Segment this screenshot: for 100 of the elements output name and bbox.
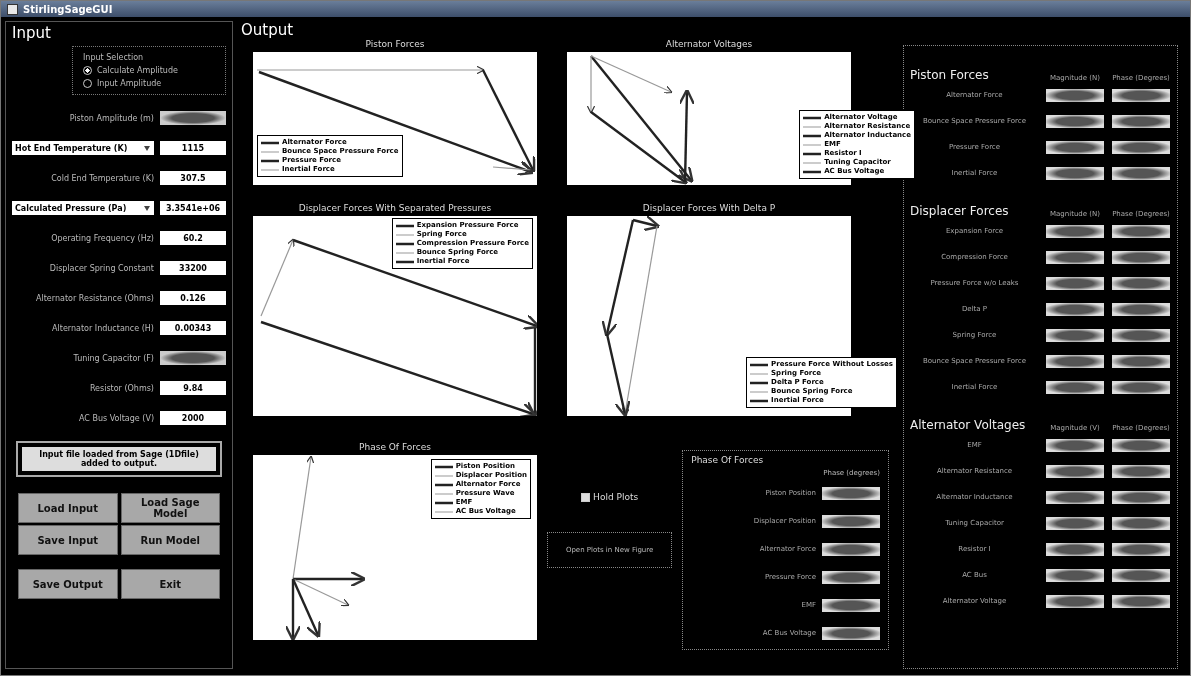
- field-label: Resistor (Ohms): [88, 383, 154, 393]
- legend-line-icon: [434, 500, 453, 505]
- legend-line-icon: [261, 140, 279, 145]
- legend-line-icon: [261, 149, 279, 154]
- dropdown[interactable]: Hot End Temperature (K): [12, 141, 154, 155]
- plot-title: Displacer Forces With Delta P: [642, 203, 776, 213]
- action-button[interactable]: Run Model: [120, 525, 220, 555]
- caret-icon: [143, 144, 151, 152]
- readout-field: [1046, 380, 1104, 394]
- checkbox-label: Hold Plots: [593, 492, 639, 502]
- readout-field: [822, 626, 880, 640]
- input-field[interactable]: 60.2: [160, 231, 226, 245]
- legend-line-icon: [395, 223, 414, 228]
- input-field[interactable]: 33200: [160, 261, 226, 275]
- readout-field: [1046, 438, 1104, 452]
- readout-field: [1046, 302, 1104, 316]
- legend-line-icon: [434, 509, 453, 514]
- readout-field: [1112, 354, 1170, 368]
- action-button[interactable]: Exit: [120, 569, 220, 599]
- readout-field: [1046, 490, 1104, 504]
- readout-field: [1112, 88, 1170, 102]
- input-field[interactable]: 0.00343: [160, 321, 226, 335]
- readout-field: [1112, 380, 1170, 394]
- legend-line-icon: [803, 115, 822, 120]
- readout-field: [822, 542, 880, 556]
- legend-line-icon: [434, 482, 453, 487]
- action-button[interactable]: Save Output: [18, 569, 118, 599]
- radio-label: Input Amplitude: [97, 79, 162, 88]
- legend-line-icon: [803, 133, 822, 138]
- input-field[interactable]: 307.5: [160, 171, 226, 185]
- field-label: Displacer Spring Constant: [48, 263, 154, 273]
- field-label: AC Bus Voltage (V): [78, 413, 154, 423]
- panel-heading: Input: [12, 24, 52, 42]
- field-label: Piston Amplitude (m): [68, 113, 154, 123]
- field-label: Alternator Resistance (Ohms): [35, 293, 154, 303]
- readout-field: [1046, 464, 1104, 478]
- radio-button[interactable]: [83, 79, 92, 88]
- section-title: Alternator Voltages: [910, 418, 1027, 432]
- field-label: Tuning Capacitor (F): [72, 353, 154, 363]
- readout-field: [1112, 516, 1170, 530]
- readout-field: [1112, 438, 1170, 452]
- input-field[interactable]: 3.3541e+06: [160, 201, 226, 215]
- readout-field: [1046, 166, 1104, 180]
- legend-line-icon: [750, 362, 769, 367]
- group-title: Input Selection: [83, 53, 145, 62]
- action-button[interactable]: Save Input: [18, 525, 118, 555]
- readout-field: [1112, 140, 1170, 154]
- readout-field: [1046, 354, 1104, 368]
- section-title: Displacer Forces: [910, 204, 1010, 218]
- legend-line-icon: [750, 371, 769, 376]
- checkbox[interactable]: [581, 492, 591, 502]
- field-label: Alternator Inductance (H): [51, 323, 154, 333]
- readout-field: [822, 514, 880, 528]
- readout-field: [1046, 114, 1104, 128]
- readout-field: [1112, 166, 1170, 180]
- input-field[interactable]: 0.126: [160, 291, 226, 305]
- readout-field: [1046, 328, 1104, 342]
- legend-line-icon: [395, 232, 414, 237]
- action-button[interactable]: Load Sage Model: [120, 493, 220, 523]
- readout-field: [1112, 464, 1170, 478]
- legend-line-icon: [750, 389, 769, 394]
- legend-line-icon: [395, 250, 414, 255]
- readout-field: [1112, 542, 1170, 556]
- radio-label: Calculate Amplitude: [97, 66, 178, 75]
- readout-field: [1112, 114, 1170, 128]
- readout-field: [1046, 224, 1104, 238]
- readout-field: [1046, 88, 1104, 102]
- legend-line-icon: [395, 259, 414, 264]
- panel-title: Phase Of Forces: [691, 455, 765, 465]
- legend-line-icon: [434, 473, 453, 478]
- legend-line-icon: [261, 167, 279, 172]
- plot-title: Alternator Voltages: [665, 39, 753, 49]
- readout-field: [822, 570, 880, 584]
- section-title: Piston Forces: [910, 68, 990, 82]
- readout-field: [1112, 276, 1170, 290]
- plot-title: Phase Of Forces: [359, 442, 431, 452]
- dropdown[interactable]: Calculated Pressure (Pa): [12, 201, 154, 215]
- legend-line-icon: [803, 151, 822, 156]
- readout-field: [1046, 140, 1104, 154]
- readout-field: [1046, 276, 1104, 290]
- plot-title: Displacer Forces With Separated Pressures: [298, 203, 492, 213]
- readout-field: [1112, 568, 1170, 582]
- legend-line-icon: [750, 398, 769, 403]
- readout-field: [1046, 542, 1104, 556]
- legend-line-icon: [803, 160, 822, 165]
- readout-field: [1046, 568, 1104, 582]
- legend-line-icon: [395, 241, 414, 246]
- readout-field: [822, 598, 880, 612]
- input-field[interactable]: 2000: [160, 411, 226, 425]
- action-button[interactable]: Load Input: [18, 493, 118, 523]
- radio-button[interactable]: [83, 66, 92, 75]
- readout-field: [1112, 594, 1170, 608]
- caret-icon: [143, 204, 151, 212]
- legend-line-icon: [434, 464, 453, 469]
- hold-plots-checkbox[interactable]: Hold Plots: [547, 492, 673, 502]
- legend-line-icon: [261, 158, 279, 163]
- input-field[interactable]: 9.84: [160, 381, 226, 395]
- legend-line-icon: [434, 491, 453, 496]
- legend-line-icon: [803, 142, 822, 147]
- input-field[interactable]: 1115: [160, 141, 226, 155]
